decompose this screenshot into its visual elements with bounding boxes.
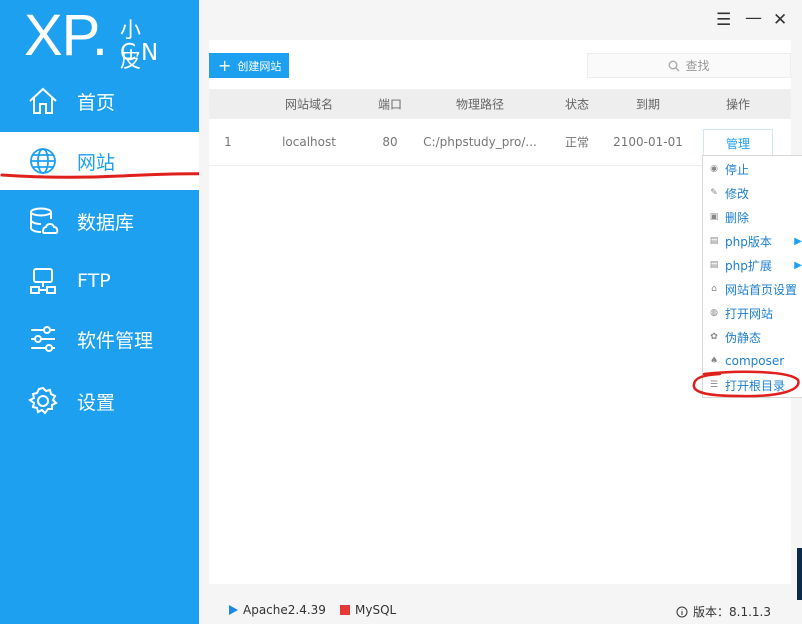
apache-label: Apache2.4.39 [243,603,326,617]
menu-item-homepage-settings[interactable]: ⌂ 网站首页设置 [703,277,802,301]
sidebar: XP. 小皮 CN 首页 网站 数据库 FTP 软件管理 设置 [0,0,199,624]
sidebar-item-label: 网站 [77,151,116,174]
stop-icon: ◉ [710,164,718,174]
menu-item-label: 网站首页设置 [725,282,798,297]
menu-item-label: 打开根目录 [725,378,786,393]
menu-item-open-website[interactable]: ◍ 打开网站 [703,301,802,325]
row-status: 正常 [564,135,590,150]
rewrite-icon: ✿ [710,332,718,342]
composer-icon: ♠ [709,356,719,366]
row-domain: localhost [282,135,336,149]
version-label: 版本：8.1.1.3 [693,605,771,619]
menu-item-delete[interactable]: ▣ 删除 [703,205,802,229]
header-path: 物理路径 [455,97,505,112]
manage-context-menu: ◉ 停止 ✎ 修改 ▣ 删除 ▤ php版本 ▶ ▤ php扩展 ▶ ⌂ 网站首页设置 ◍ 打开网… [702,155,802,398]
menu-item-rewrite[interactable]: ✿ 伪静态 [703,325,802,349]
menu-item-label: 停止 [725,162,750,177]
play-icon [229,605,238,615]
header-expire: 到期 [635,97,661,112]
ftp-icon [30,268,56,294]
mysql-status[interactable]: MySQL [340,603,396,617]
menu-item-stop[interactable]: ◉ 停止 [703,157,802,181]
menu-item-label: php版本 [725,234,772,249]
search-icon [668,60,680,71]
logo-en: CN [120,40,164,66]
create-website-label: 创建网站 [237,59,282,73]
menu-item-label: 伪静态 [725,330,762,345]
row-index: 1 [224,135,232,149]
sidebar-item-database[interactable]: 数据库 [0,192,199,250]
sliders-icon [31,326,55,352]
menu-icon[interactable]: ☰ [716,10,731,30]
menu-item-php-version[interactable]: ▤ php版本 ▶ [703,229,802,253]
search-input[interactable]: 查找 [587,53,791,78]
menu-item-php-extension[interactable]: ▤ php扩展 ▶ [703,253,802,277]
sidebar-item-label: 首页 [77,91,116,114]
sidebar-item-settings[interactable]: 设置 [0,372,199,430]
stop-square-icon [340,605,350,615]
menu-item-composer[interactable]: ♠ composer [703,349,802,373]
extension-icon: ▤ [709,260,719,270]
search-placeholder: 查找 [685,59,710,73]
apache-status[interactable]: Apache2.4.39 [229,603,326,617]
trash-icon: ▣ [709,212,719,222]
edit-icon: ✎ [710,188,718,198]
background-window-edge [797,548,802,600]
homepage-icon: ⌂ [711,284,717,294]
sidebar-item-software[interactable]: 软件管理 [0,310,199,368]
sidebar-item-label: 设置 [77,391,116,414]
php-icon: ▤ [709,236,719,246]
menu-item-label: 删除 [725,210,750,225]
plus-icon: + [218,55,232,75]
status-bar: Apache2.4.39 MySQL 版本：8.1.1.3 [199,600,802,624]
list-icon: ☰ [709,380,719,390]
logo-xp: XP. [24,3,108,68]
sidebar-item-label: 软件管理 [77,329,154,352]
mysql-label: MySQL [355,603,397,617]
header-action: 操作 [725,97,751,112]
browser-icon: ◍ [710,308,718,318]
table-header: 网站域名 端口 物理路径 状态 到期 操作 [209,89,791,119]
menu-item-edit[interactable]: ✎ 修改 [703,181,802,205]
globe-icon [30,148,56,174]
close-button[interactable]: ✕ [773,10,787,30]
database-icon [30,207,59,234]
row-path: C:/phpstudy_pro/... [423,135,537,149]
menu-item-label: php扩展 [725,258,772,273]
sidebar-item-label: 数据库 [77,211,135,234]
menu-item-label: 打开网站 [725,306,774,321]
header-port: 端口 [377,97,403,112]
version-info: 版本：8.1.1.3 [676,603,771,620]
menu-item-label: 修改 [725,186,750,201]
create-website-button[interactable]: + 创建网站 [209,53,289,78]
sidebar-item-ftp[interactable]: FTP [0,252,199,310]
submenu-arrow-icon: ▶ [794,259,802,271]
minimize-button[interactable]: — [745,8,762,28]
sidebar-item-home[interactable]: 首页 [0,72,199,130]
menu-item-label: composer [725,354,785,368]
sidebar-item-label: FTP [77,270,111,292]
home-icon [29,87,57,114]
header-status: 状态 [564,97,590,112]
row-expire: 2100-01-01 [613,135,683,149]
submenu-arrow-icon: ▶ [794,235,802,247]
gear-icon [28,386,58,415]
header-domain: 网站域名 [284,97,334,112]
info-icon [676,606,688,617]
sidebar-item-website[interactable]: 网站 [0,132,199,190]
manage-button[interactable]: 管理 [703,129,773,157]
menu-item-open-root[interactable]: ☰ 打开根目录 [703,373,802,397]
row-port: 80 [382,135,398,149]
